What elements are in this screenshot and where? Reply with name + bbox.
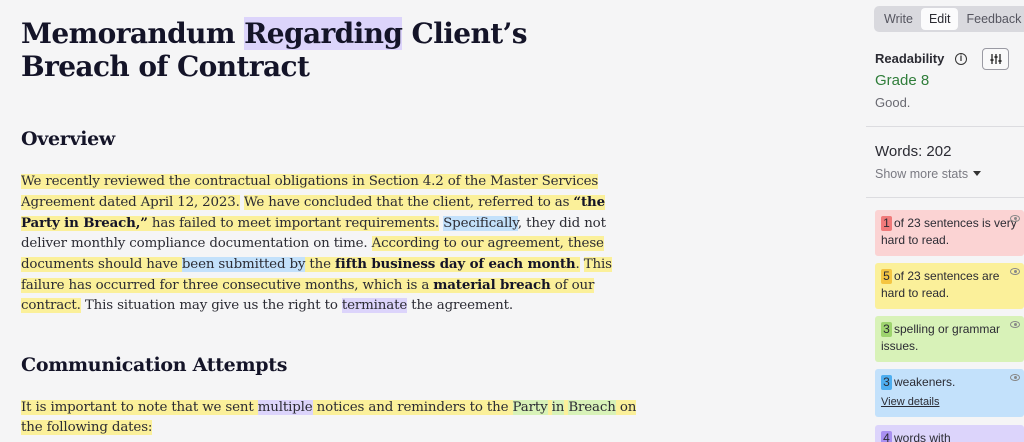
hard-sentences-card[interactable]: 5 of 23 sentences are hard to read. <box>875 263 1024 309</box>
readability-label: Readability <box>875 51 945 66</box>
divider <box>866 126 1024 127</box>
heading-communication-attempts[interactable]: Communication Attempts <box>21 353 287 377</box>
sentence-text: the <box>305 257 336 272</box>
complex-word-highlight[interactable]: multiple <box>257 400 313 415</box>
eye-icon[interactable] <box>1010 321 1020 328</box>
sentence-text: We have concluded that the client, refer… <box>243 195 574 210</box>
complex-words-card[interactable]: 4 words with <box>875 425 1024 442</box>
very-hard-sentences-card[interactable]: 1 of 23 sentences is very hard to read. <box>875 210 1024 256</box>
sentence-text: This situation may give us the right to <box>80 298 342 313</box>
grammar-highlight[interactable]: Breach <box>568 400 616 415</box>
document-title[interactable]: Memorandum Regarding Client’s Breach of … <box>21 17 641 83</box>
title-highlight-adverb[interactable]: Regarding <box>244 17 403 50</box>
sentence-text: . <box>575 257 580 272</box>
show-more-stats-toggle[interactable]: Show more stats <box>875 167 982 181</box>
eye-icon[interactable] <box>1010 268 1020 275</box>
tab-write[interactable]: Write <box>876 8 921 30</box>
bold-text: material breach <box>433 277 551 293</box>
readability-note: Good. <box>875 95 911 110</box>
card-text: of 23 sentences are hard to read. <box>881 269 1000 300</box>
grammar-highlight[interactable]: in <box>551 400 564 415</box>
card-text: weakeners. <box>894 375 956 389</box>
readability-settings-button[interactable] <box>982 48 1009 70</box>
document-editor[interactable]: Memorandum Regarding Client’s Breach of … <box>0 0 866 442</box>
complex-word-highlight[interactable]: terminate <box>341 298 407 313</box>
grammar-highlight[interactable]: Party <box>512 400 548 415</box>
sliders-icon <box>990 54 1001 64</box>
passive-voice-highlight[interactable]: been submitted by <box>181 257 305 272</box>
card-text: words with <box>894 431 951 442</box>
mode-tabs: Write Edit Feedback <box>874 6 1024 32</box>
count-badge: 3 <box>881 322 892 337</box>
eye-icon[interactable] <box>1010 215 1020 222</box>
overview-paragraph[interactable]: We recently reviewed the contractual obl… <box>21 172 646 316</box>
caret-down-icon <box>973 171 982 176</box>
sentence-text: the agreement. <box>407 298 513 313</box>
view-details-link[interactable]: View details <box>881 394 1018 411</box>
count-badge: 4 <box>881 431 892 442</box>
heading-overview[interactable]: Overview <box>21 127 115 151</box>
count-badge: 3 <box>881 375 892 390</box>
weakeners-card[interactable]: 3 weakeners. View details <box>875 369 1024 417</box>
show-more-stats-label: Show more stats <box>875 167 969 181</box>
sentence-text: It is important to note that we sent <box>21 400 258 415</box>
card-text: of 23 sentences is very hard to read. <box>881 216 1017 247</box>
sentence-text: has failed to meet important requirement… <box>147 216 440 231</box>
tab-feedback[interactable]: Feedback <box>958 8 1024 30</box>
tab-edit[interactable]: Edit <box>920 8 959 30</box>
hard-sentence-highlight[interactable]: It is important to note that we sent mul… <box>21 400 636 435</box>
spelling-grammar-card[interactable]: 3 spelling or grammar issues. <box>875 316 1024 362</box>
card-text: spelling or grammar issues. <box>881 322 1001 353</box>
title-text-start: Memorandum <box>21 17 245 50</box>
analysis-sidebar: Write Edit Feedback Readability i Grade … <box>866 0 1024 442</box>
eye-icon[interactable] <box>1010 374 1020 381</box>
info-icon[interactable]: i <box>955 53 967 65</box>
word-count: Words: 202 <box>875 143 952 160</box>
count-badge: 1 <box>881 216 892 231</box>
count-badge: 5 <box>881 269 892 284</box>
weakener-highlight[interactable]: Specifically <box>443 216 518 231</box>
communication-paragraph[interactable]: It is important to note that we sent mul… <box>21 398 646 438</box>
divider <box>866 197 1024 198</box>
sentence-text: notices and reminders to the <box>312 400 513 415</box>
bold-text: fifth business day of each month <box>335 256 576 272</box>
readability-grade: Grade 8 <box>875 72 930 89</box>
